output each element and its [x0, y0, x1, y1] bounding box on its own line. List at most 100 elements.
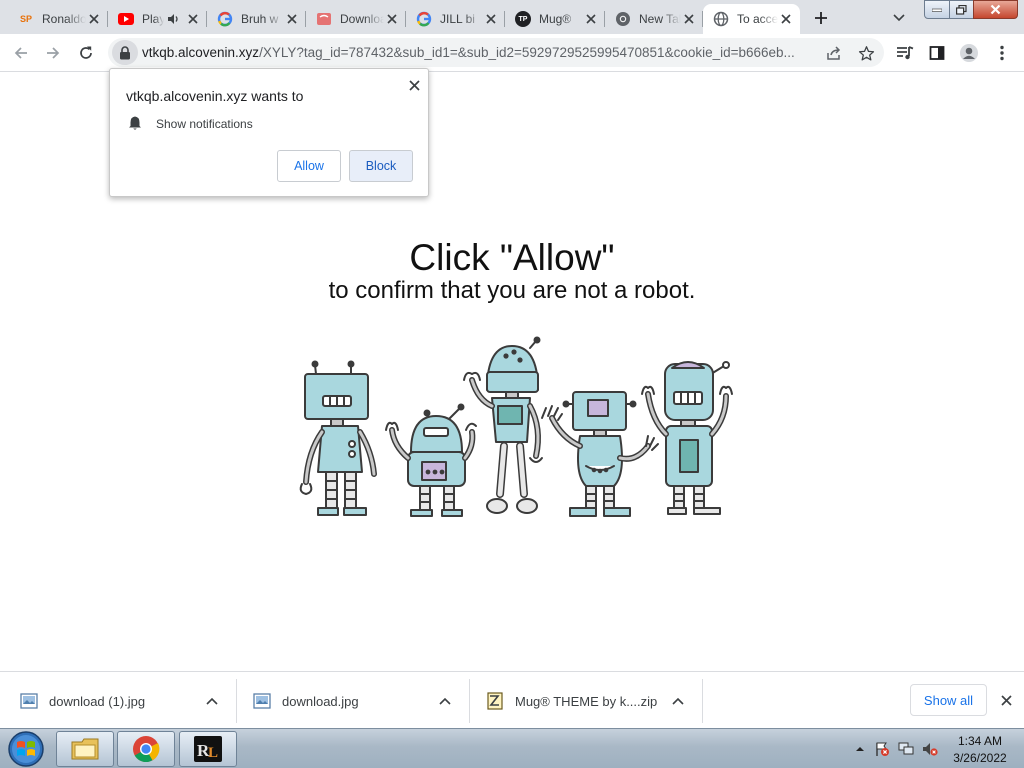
speaker-icon[interactable] — [166, 12, 180, 26]
chevron-up-icon — [439, 697, 451, 705]
tab-title: Playing — [142, 12, 164, 26]
tab-download[interactable]: Download — [306, 4, 406, 34]
volume-muted-icon[interactable] — [922, 741, 938, 757]
chrome-icon — [615, 11, 631, 27]
site-info-button[interactable] — [112, 40, 138, 65]
url-path: /XYLY?tag_id=787432&sub_id1=&sub_id2=592… — [259, 45, 795, 60]
close-icon[interactable] — [384, 11, 400, 27]
svg-text:L: L — [208, 745, 218, 761]
share-button[interactable] — [822, 41, 846, 65]
close-icon[interactable] — [185, 11, 201, 27]
download-options-button[interactable] — [204, 693, 220, 709]
close-icon — [990, 4, 1001, 15]
share-icon — [827, 46, 841, 60]
back-button[interactable] — [9, 41, 33, 65]
download-item[interactable]: download.jpg — [253, 679, 469, 723]
download-site-icon — [316, 11, 332, 27]
robot-figure — [385, 403, 477, 517]
close-shelf-button[interactable] — [996, 690, 1016, 710]
prompt-close-button[interactable] — [404, 75, 424, 95]
tab-new-tab[interactable]: New Tab — [605, 4, 703, 34]
window-close-button[interactable] — [973, 0, 1018, 19]
close-icon[interactable] — [681, 11, 697, 27]
action-center-flag-icon[interactable] — [874, 741, 890, 757]
tab-search-button[interactable] — [888, 7, 910, 29]
close-icon[interactable] — [483, 11, 499, 27]
download-separator — [469, 679, 470, 723]
google-icon — [416, 11, 432, 27]
chevron-up-icon — [206, 697, 218, 705]
media-control-button[interactable] — [893, 41, 917, 65]
close-icon[interactable] — [583, 11, 599, 27]
new-tab-button[interactable] — [810, 7, 832, 29]
download-filename: download.jpg — [282, 693, 359, 709]
close-icon[interactable] — [86, 11, 102, 27]
download-options-button[interactable] — [437, 693, 453, 709]
youtube-icon — [118, 11, 134, 27]
show-all-downloads-button[interactable]: Show all — [910, 684, 987, 716]
url-text[interactable]: vtkqb.alcovenin.xyz/XYLY?tag_id=787432&s… — [142, 45, 812, 60]
robots-illustration — [299, 336, 733, 517]
tab-playing[interactable]: Playing — [108, 4, 207, 34]
reload-icon — [80, 46, 92, 59]
windows-start-button[interactable] — [6, 730, 46, 768]
page-subline: to confirm that you are not a robot. — [328, 277, 696, 304]
download-filename: download (1).jpg — [49, 693, 146, 709]
folder-icon — [71, 738, 99, 760]
image-file-icon — [253, 693, 271, 709]
reload-button[interactable] — [74, 41, 98, 65]
browser-toolbar: vtkqb.alcovenin.xyz/XYLY?tag_id=787432&s… — [0, 34, 1024, 72]
forward-button[interactable] — [41, 41, 65, 65]
menu-button[interactable] — [990, 41, 1014, 65]
show-hidden-icons-arrow[interactable] — [852, 741, 868, 757]
bookmark-button[interactable] — [854, 41, 878, 65]
tab-bruh[interactable]: Bruh w — [207, 4, 306, 34]
prompt-permission-item: Show notifications — [156, 117, 253, 131]
close-icon — [408, 79, 420, 91]
tab-title: New Tab — [639, 12, 681, 26]
side-panel-icon — [929, 46, 945, 60]
taskbar-file-explorer[interactable] — [56, 731, 114, 767]
tab-title: JILL bi — [440, 12, 475, 26]
minimize-icon — [932, 8, 942, 12]
profile-button[interactable] — [957, 41, 981, 65]
allow-button[interactable]: Allow — [277, 150, 341, 182]
tab-to-access[interactable]: To access — [703, 4, 800, 34]
prompt-title: vtkqb.alcovenin.xyz wants to — [126, 88, 304, 104]
tab-title: Ronaldo — [42, 12, 86, 26]
clock-date[interactable]: 3/26/2022 — [945, 751, 1015, 765]
close-icon[interactable] — [778, 11, 794, 27]
avatar-icon — [960, 44, 978, 62]
side-panel-button[interactable] — [925, 41, 949, 65]
windows-taskbar: RL 1:34 AM 3/26/2022 — [0, 728, 1024, 768]
window-minimize-button[interactable] — [924, 0, 950, 19]
chevron-up-icon — [672, 697, 684, 705]
download-options-button[interactable] — [670, 693, 686, 709]
plus-icon — [815, 12, 827, 24]
bell-icon — [129, 116, 141, 130]
page-headline: Click "Allow" — [409, 237, 615, 278]
sp-icon: SP — [19, 14, 32, 24]
window-restore-button[interactable] — [949, 0, 974, 19]
url-host: vtkqb.alcovenin.xyz — [142, 45, 260, 60]
tab-jill[interactable]: JILL bi — [406, 4, 505, 34]
chevron-down-icon — [893, 14, 905, 22]
kebab-menu-icon — [1000, 45, 1004, 61]
network-icon[interactable] — [898, 741, 914, 757]
clock-time[interactable]: 1:34 AM — [945, 734, 1015, 748]
block-button[interactable]: Block — [349, 150, 413, 182]
tab-title: Mug® — [539, 12, 572, 26]
download-item[interactable]: Mug® THEME by k....zip — [486, 679, 702, 723]
star-icon — [858, 45, 874, 61]
taskbar-roblox-launcher[interactable]: RL — [179, 731, 237, 767]
download-item[interactable]: download (1).jpg — [20, 679, 236, 723]
close-icon[interactable] — [284, 11, 300, 27]
taskbar-chrome[interactable] — [117, 731, 175, 767]
tab-ronaldo[interactable]: SP Ronaldo — [8, 4, 108, 34]
tab-mug[interactable]: TP Mug® — [505, 4, 605, 34]
address-bar[interactable]: vtkqb.alcovenin.xyz/XYLY?tag_id=787432&s… — [108, 38, 884, 67]
close-icon — [1000, 694, 1012, 706]
lock-icon — [120, 45, 130, 59]
image-file-icon — [20, 693, 38, 709]
arrow-left-icon — [14, 47, 27, 59]
